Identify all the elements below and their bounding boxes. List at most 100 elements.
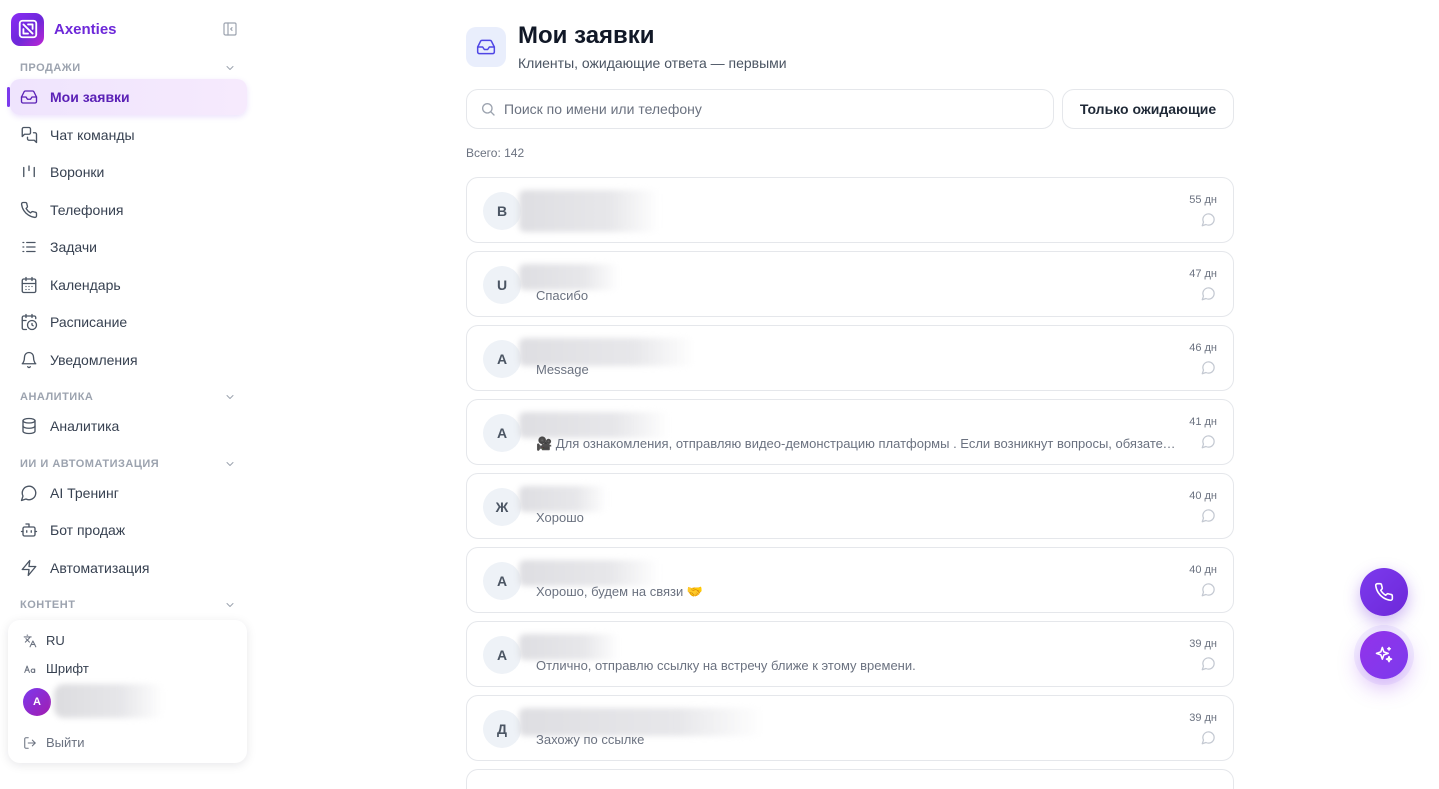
brand[interactable]: Axenties <box>11 12 247 46</box>
database-icon <box>22 417 36 435</box>
logout-label: Выйти <box>46 735 85 750</box>
lead-message: Отлично, отправлю ссылку на встречу ближ… <box>536 658 916 673</box>
avatar[interactable]: A <box>23 688 51 716</box>
lead-card[interactable]: A Хорошо, будем на связи 🤝 40 дн <box>466 547 1234 613</box>
page-title: Мои заявки <box>518 22 655 49</box>
call-fab-button[interactable] <box>1360 568 1408 616</box>
lead-message: 🎥 Для ознакомления, отправляю видео-демо… <box>536 436 1176 451</box>
inbox-icon <box>20 90 38 104</box>
chats-icon <box>21 126 38 144</box>
lead-card[interactable] <box>466 769 1234 789</box>
sidebar-item-telephony[interactable]: Телефония <box>10 192 247 228</box>
user-name-redacted <box>54 684 164 718</box>
sidebar-item-label: Календарь <box>50 277 121 293</box>
lead-name-redacted <box>519 190 659 232</box>
section-header-analytics[interactable]: АНАЛИТИКА <box>20 389 236 405</box>
ai-assistant-fab-button[interactable] <box>1360 631 1408 679</box>
sidebar-item-team-chat[interactable]: Чат команды <box>10 117 247 153</box>
section-title: КОНТЕНТ <box>20 599 76 611</box>
sidebar-item-label: Аналитика <box>50 418 120 434</box>
sidebar-item-label: Задачи <box>50 239 98 255</box>
sidebar-item-analytics[interactable]: Аналитика <box>10 408 247 444</box>
lead-avatar: Ж <box>483 488 521 526</box>
logout-icon <box>24 736 36 749</box>
lead-message: Хорошо <box>536 510 584 525</box>
lead-message: Спасибо <box>536 288 589 303</box>
lead-time: 39 дн <box>1189 712 1217 724</box>
brand-logo-icon <box>11 12 44 46</box>
sidebar-item-label: Телефония <box>50 202 124 218</box>
bell-icon <box>21 351 37 369</box>
chevron-down-icon <box>226 66 234 70</box>
message-circle-icon <box>1201 583 1215 597</box>
message-circle-icon <box>1201 213 1215 227</box>
sidebar-collapse-icon[interactable] <box>222 21 238 37</box>
section-title: ПРОДАЖИ <box>20 62 81 74</box>
sidebar-item-notifications[interactable]: Уведомления <box>10 342 247 378</box>
search-icon <box>482 103 495 116</box>
only-waiting-filter-button[interactable]: Только ожидающие <box>1062 89 1234 129</box>
lead-name-redacted <box>519 264 619 290</box>
search-box[interactable] <box>466 89 1054 129</box>
search-input[interactable] <box>504 101 1044 117</box>
sidebar-item-label: Воронки <box>50 164 105 180</box>
lead-avatar: A <box>483 636 521 674</box>
lightning-icon <box>21 559 37 577</box>
lead-card[interactable]: Д Захожу по ссылке 39 дн <box>466 695 1234 761</box>
font-settings[interactable]: Шрифт <box>23 661 89 676</box>
lead-time: 39 дн <box>1189 638 1217 650</box>
lead-time: 46 дн <box>1189 342 1217 354</box>
list-icon <box>22 241 36 253</box>
sidebar-item-label: Автоматизация <box>50 560 150 576</box>
kanban-icon <box>23 165 35 178</box>
language-switcher[interactable]: RU <box>23 633 65 648</box>
sidebar-item-label: AI Тренинг <box>50 485 119 501</box>
sparkles-icon <box>1375 646 1393 663</box>
lead-card[interactable]: B 55 дн <box>466 177 1234 243</box>
section-header-ai[interactable]: ИИ И АВТОМАТИЗАЦИЯ <box>20 456 236 472</box>
lead-avatar: A <box>483 340 521 378</box>
sidebar-item-sales-bot[interactable]: Бот продаж <box>10 512 247 548</box>
lead-card[interactable]: U Спасибо 47 дн <box>466 251 1234 317</box>
sidebar-item-tasks[interactable]: Задачи <box>10 229 247 265</box>
lead-avatar: B <box>483 192 521 230</box>
sidebar-item-funnels[interactable]: Воронки <box>10 154 247 190</box>
lead-card[interactable]: A 🎥 Для ознакомления, отправляю видео-де… <box>466 399 1234 465</box>
lead-card[interactable]: A Отлично, отправлю ссылку на встречу бл… <box>466 621 1234 687</box>
message-circle-icon <box>1201 361 1215 375</box>
section-header-content[interactable]: КОНТЕНТ <box>20 597 236 613</box>
logout-button[interactable]: Выйти <box>23 735 85 750</box>
schedule-icon <box>21 313 38 331</box>
sidebar-item-automation[interactable]: Автоматизация <box>10 550 247 586</box>
font-label: Шрифт <box>46 661 89 676</box>
lead-time: 40 дн <box>1189 490 1217 502</box>
message-circle-icon <box>20 485 37 502</box>
sidebar-item-calendar[interactable]: Календарь <box>10 267 247 303</box>
sidebar-item-label: Расписание <box>50 314 128 330</box>
lead-message: Захожу по ссылке <box>536 732 645 747</box>
section-title: ИИ И АВТОМАТИЗАЦИЯ <box>20 458 160 470</box>
lead-card[interactable]: A Message 46 дн <box>466 325 1234 391</box>
sidebar: Axenties ПРОДАЖИ Мои заявки Чат команды … <box>0 0 256 775</box>
section-header-sales[interactable]: ПРОДАЖИ <box>20 60 236 76</box>
lead-name-redacted <box>519 412 669 438</box>
chevron-down-icon <box>226 462 234 466</box>
lead-avatar: Д <box>483 710 521 748</box>
lead-message: Message <box>536 362 589 377</box>
chevron-down-icon <box>226 395 234 399</box>
brand-name: Axenties <box>54 20 117 38</box>
phone-icon <box>20 201 38 219</box>
sidebar-item-schedule[interactable]: Расписание <box>10 304 247 340</box>
lead-card[interactable]: Ж Хорошо 40 дн <box>466 473 1234 539</box>
sidebar-item-ai-training[interactable]: AI Тренинг <box>10 475 247 511</box>
lead-name-redacted <box>519 560 659 586</box>
chevron-down-icon <box>226 603 234 607</box>
phone-icon <box>1374 582 1394 602</box>
message-circle-icon <box>1201 287 1215 301</box>
lead-message: Хорошо, будем на связи 🤝 <box>536 584 704 599</box>
sidebar-item-label: Уведомления <box>50 352 138 368</box>
lead-time: 41 дн <box>1189 416 1217 428</box>
sidebar-item-my-leads[interactable]: Мои заявки <box>10 79 247 115</box>
page-subtitle: Клиенты, ожидающие ответа — первыми <box>518 55 787 71</box>
section-title: АНАЛИТИКА <box>20 391 94 403</box>
